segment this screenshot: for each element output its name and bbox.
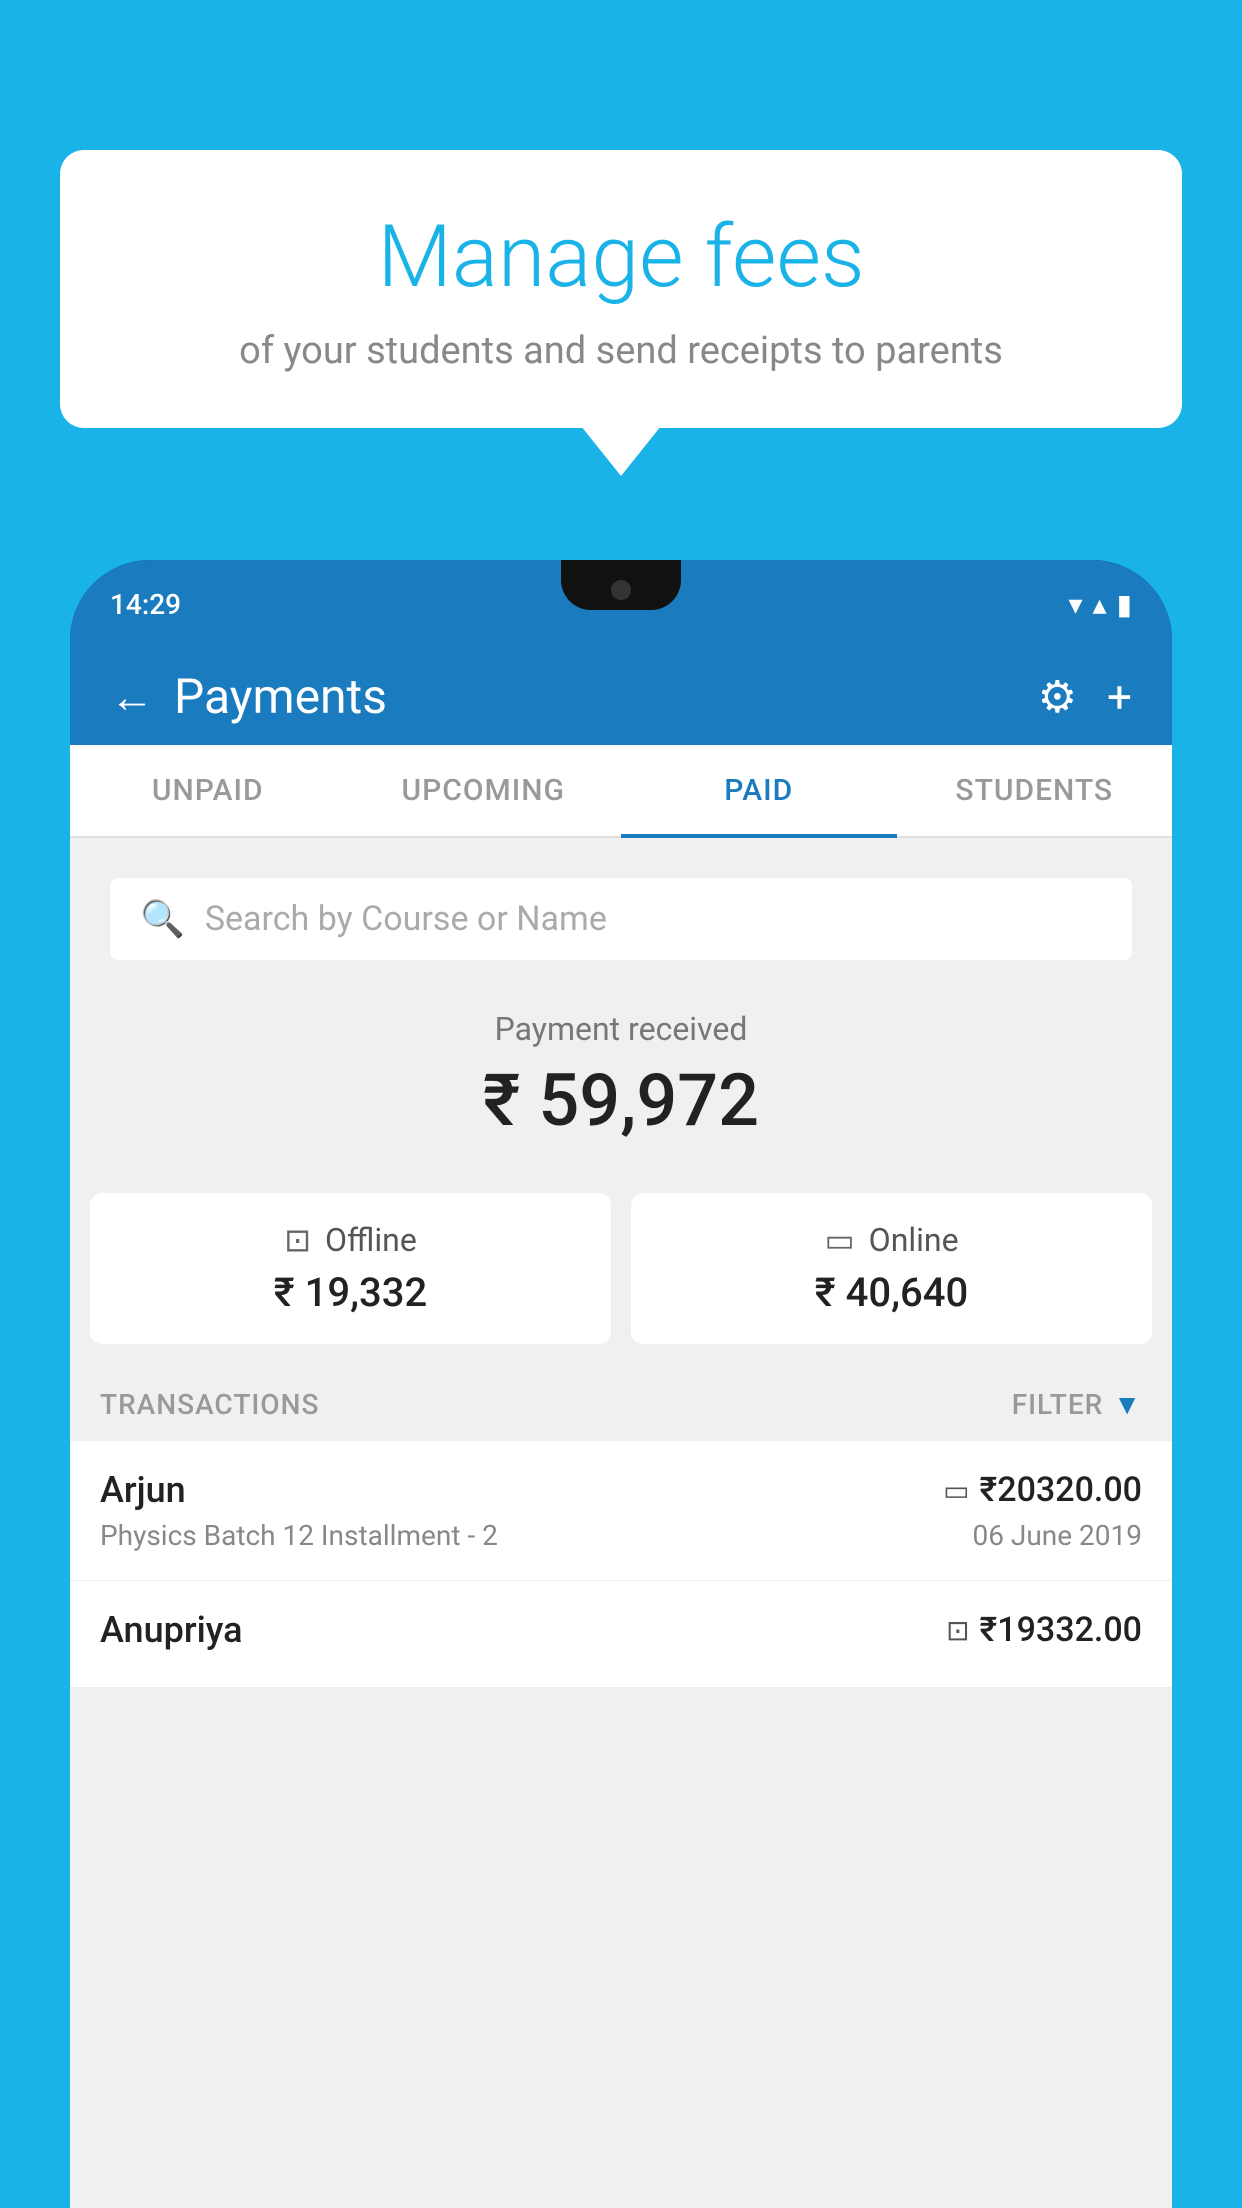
online-icon: ▭ bbox=[824, 1221, 854, 1259]
bubble-subtitle: of your students and send receipts to pa… bbox=[120, 329, 1122, 373]
settings-icon[interactable]: ⚙ bbox=[1038, 671, 1077, 723]
payment-cards: ⊡ Offline ₹ 19,332 ▭ Online ₹ 40,640 bbox=[90, 1193, 1152, 1344]
transaction-course-1: Physics Batch 12 Installment - 2 bbox=[100, 1519, 498, 1552]
transaction-name-1: Arjun bbox=[100, 1469, 186, 1511]
speech-bubble-container: Manage fees of your students and send re… bbox=[60, 150, 1182, 428]
transactions-header: TRANSACTIONS FILTER ▼ bbox=[70, 1364, 1172, 1441]
status-bar: 14:29 ▾ ▴ ▮ bbox=[70, 560, 1172, 648]
header-right: ⚙ + bbox=[1038, 671, 1132, 723]
tab-unpaid[interactable]: UNPAID bbox=[70, 745, 346, 836]
bubble-title: Manage fees bbox=[120, 210, 1122, 305]
speech-bubble: Manage fees of your students and send re… bbox=[60, 150, 1182, 428]
header-left: ← Payments bbox=[110, 668, 387, 725]
search-icon: 🔍 bbox=[140, 898, 185, 940]
battery-icon: ▮ bbox=[1117, 588, 1132, 621]
transactions-label: TRANSACTIONS bbox=[100, 1388, 319, 1421]
search-input[interactable]: Search by Course or Name bbox=[205, 899, 607, 939]
transaction-date-1: 06 June 2019 bbox=[972, 1519, 1142, 1552]
offline-icon: ⊡ bbox=[284, 1221, 311, 1259]
transaction-amount-row-1: ▭ ₹20320.00 bbox=[943, 1470, 1142, 1510]
offline-card: ⊡ Offline ₹ 19,332 bbox=[90, 1193, 611, 1344]
offline-amount: ₹ 19,332 bbox=[110, 1269, 591, 1316]
phone-frame: 14:29 ▾ ▴ ▮ ← Payments ⚙ + bbox=[70, 560, 1172, 2208]
transaction-name-2: Anupriya bbox=[100, 1609, 243, 1651]
transaction-amount-row-2: ⊡ ₹19332.00 bbox=[946, 1610, 1142, 1650]
phone-inner: ← Payments ⚙ + UNPAID UPCOMING PAID STUD… bbox=[70, 648, 1172, 2208]
phone-notch bbox=[561, 560, 681, 610]
phone-screen-content: ← Payments ⚙ + UNPAID UPCOMING PAID STUD… bbox=[70, 648, 1172, 2208]
card-payment-icon-1: ▭ bbox=[943, 1474, 969, 1507]
online-card-icon-row: ▭ Online bbox=[651, 1221, 1132, 1259]
transaction-row-1[interactable]: Arjun ▭ ₹20320.00 Physics Batch 12 Insta… bbox=[70, 1441, 1172, 1581]
status-time: 14:29 bbox=[110, 588, 181, 621]
payment-amount: ₹ 59,972 bbox=[90, 1058, 1152, 1143]
payment-received-label: Payment received bbox=[90, 1010, 1152, 1048]
transaction-bottom-1: Physics Batch 12 Installment - 2 06 June… bbox=[100, 1519, 1142, 1552]
tab-paid[interactable]: PAID bbox=[621, 745, 897, 836]
filter-button[interactable]: FILTER ▼ bbox=[1012, 1388, 1142, 1421]
cash-payment-icon-2: ⊡ bbox=[946, 1614, 969, 1647]
offline-card-icon-row: ⊡ Offline bbox=[110, 1221, 591, 1259]
add-icon[interactable]: + bbox=[1107, 671, 1132, 723]
online-amount: ₹ 40,640 bbox=[651, 1269, 1132, 1316]
back-button[interactable]: ← bbox=[110, 671, 154, 723]
offline-label: Offline bbox=[325, 1221, 417, 1259]
transaction-top-2: Anupriya ⊡ ₹19332.00 bbox=[100, 1609, 1142, 1651]
filter-label: FILTER bbox=[1012, 1388, 1104, 1421]
tabs-bar: UNPAID UPCOMING PAID STUDENTS bbox=[70, 745, 1172, 838]
search-bar[interactable]: 🔍 Search by Course or Name bbox=[110, 878, 1132, 960]
status-icons: ▾ ▴ ▮ bbox=[1068, 588, 1132, 621]
wifi-icon: ▾ bbox=[1068, 588, 1082, 621]
online-label: Online bbox=[869, 1221, 959, 1259]
online-card: ▭ Online ₹ 40,640 bbox=[631, 1193, 1152, 1344]
transaction-amount-2: ₹19332.00 bbox=[980, 1610, 1142, 1650]
transaction-top-1: Arjun ▭ ₹20320.00 bbox=[100, 1469, 1142, 1511]
transaction-amount-1: ₹20320.00 bbox=[980, 1470, 1142, 1510]
tab-upcoming[interactable]: UPCOMING bbox=[346, 745, 622, 836]
page-title: Payments bbox=[174, 668, 387, 725]
filter-icon: ▼ bbox=[1113, 1388, 1142, 1421]
payment-summary: Payment received ₹ 59,972 bbox=[70, 980, 1172, 1193]
camera-dot bbox=[611, 580, 631, 600]
app-header: ← Payments ⚙ + bbox=[70, 648, 1172, 745]
signal-icon: ▴ bbox=[1093, 588, 1107, 621]
tab-students[interactable]: STUDENTS bbox=[897, 745, 1173, 836]
transaction-row-2[interactable]: Anupriya ⊡ ₹19332.00 bbox=[70, 1581, 1172, 1688]
